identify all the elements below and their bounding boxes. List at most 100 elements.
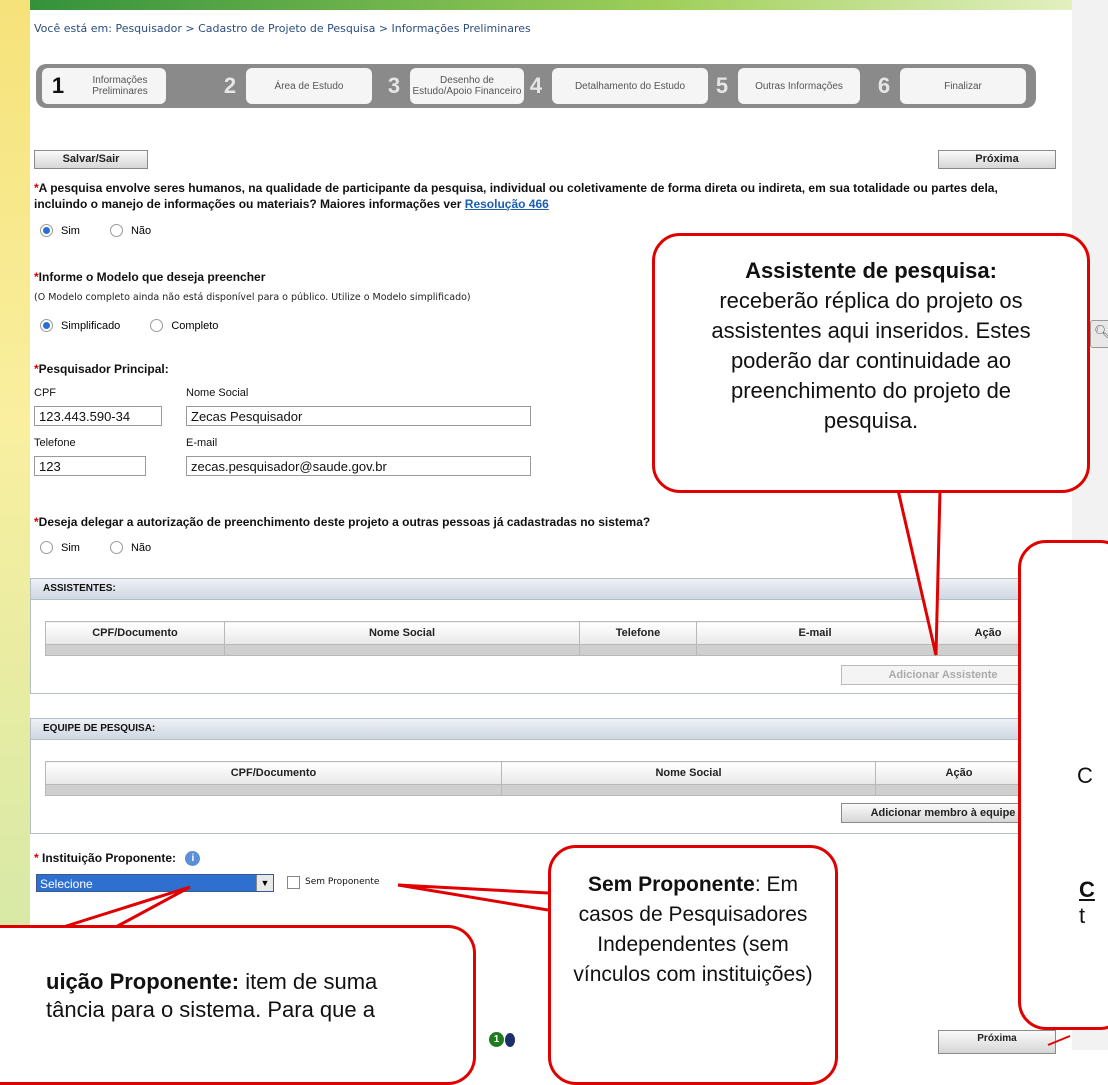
step-badge-icon: 1 [489, 1032, 504, 1047]
q2-options: Simplificado Completo [40, 319, 218, 332]
chevron-down-icon: ▼ [256, 875, 273, 891]
step-1[interactable]: 1 Informações Preliminares [42, 68, 166, 104]
radio-dot [150, 319, 164, 332]
step-label: Desenho de Estudo/Apoio Financeiro [410, 68, 524, 104]
col-name: Nome Social [224, 621, 580, 645]
question-text: Deseja delegar a autorização de preenchi… [38, 515, 651, 529]
no-proponent-label: Sem Proponente [305, 877, 380, 887]
next-button-top[interactable]: Próxima [938, 150, 1056, 169]
radio-label: Simplificado [61, 319, 121, 332]
add-assistant-button[interactable]: Adicionar Assistente [841, 665, 1045, 685]
step-2[interactable]: 2 Área de Estudo [214, 68, 372, 104]
model-hint: (O Modelo completo ainda não está dispon… [34, 292, 471, 303]
radio-label: Sim [61, 541, 80, 554]
principal-researcher-title: *Pesquisador Principal: [34, 362, 169, 376]
step-label: Detalhamento do Estudo [552, 68, 708, 104]
q1-no-radio[interactable]: Não [109, 224, 152, 237]
delegate-no-radio[interactable]: Não [109, 541, 152, 554]
right-callout: C C t [1018, 540, 1108, 1030]
step-number: 1 [42, 68, 74, 104]
resolution-466-link[interactable]: Resolução 466 [465, 197, 549, 211]
next-button-bottom[interactable]: Próxima [938, 1030, 1056, 1054]
name-field[interactable]: Zecas Pesquisador [186, 406, 531, 426]
q1-yes-radio[interactable]: Sim [40, 224, 80, 237]
navy-dot-icon [505, 1033, 515, 1047]
col-name: Nome Social [501, 761, 876, 785]
section-title: Pesquisador Principal: [38, 362, 169, 376]
no-proponent-callout: Sem Proponente: Em casos de Pesquisadore… [548, 845, 838, 1085]
step-label: Outras Informações [738, 68, 860, 104]
no-proponent-tail [397, 883, 549, 912]
selected-value: Selecione [40, 877, 93, 891]
callout-title: uição Proponente: [46, 969, 240, 994]
radio-label: Sim [61, 224, 80, 237]
model-simplified-radio[interactable]: Simplificado [40, 319, 120, 332]
phone-label: Telefone [34, 437, 76, 449]
email-label: E-mail [186, 437, 218, 449]
radio-dot [40, 319, 53, 332]
phone-field[interactable]: 123 [34, 456, 146, 476]
step-4[interactable]: 4 Detalhamento do Estudo [520, 68, 708, 104]
team-header: EQUIPE DE PESQUISA: [31, 719, 1057, 740]
col-cpf: CPF/Documento [45, 621, 225, 645]
step-3[interactable]: 3 Desenho de Estudo/Apoio Financeiro [378, 68, 524, 104]
cpf-label: CPF [34, 387, 56, 399]
col-phone: Telefone [579, 621, 697, 645]
assistants-table: CPF/Documento Nome Social Telefone E-mai… [45, 621, 1043, 656]
step-number: 6 [877, 73, 891, 98]
step-5[interactable]: 5 Outras Informações [706, 68, 860, 104]
col-email: E-mail [696, 621, 934, 645]
radio-label: Não [130, 541, 152, 554]
step-number: 2 [223, 73, 237, 98]
question-model: *Informe o Modelo que deseja preencher [34, 270, 265, 284]
callout-fragment-t: t [1079, 903, 1086, 928]
callout-title: Sem Proponente [587, 873, 755, 896]
step-6[interactable]: 6 Finalizar [868, 68, 1026, 104]
team-table: CPF/Documento Nome Social Ação [45, 761, 1043, 796]
label-text: Instituição Proponente: [42, 851, 177, 865]
no-proponent-checkbox[interactable] [287, 876, 300, 889]
q1-options: Sim Não [40, 224, 151, 237]
callout-title: Assistente de pesquisa: [745, 258, 997, 283]
assistant-callout: Assistente de pesquisa: receberão réplic… [652, 233, 1090, 493]
radio-dot [109, 541, 123, 554]
model-complete-radio[interactable]: Completo [150, 319, 218, 332]
step-number: 3 [387, 73, 401, 98]
assistants-panel: ASSISTENTES: CPF/Documento Nome Social T… [30, 578, 1058, 694]
question-text: Informe o Modelo que deseja preencher [38, 270, 266, 284]
left-background-strip [0, 0, 30, 1050]
question-delegate: *Deseja delegar a autorização de preench… [34, 515, 650, 529]
col-cpf: CPF/Documento [45, 761, 502, 785]
email-field[interactable]: zecas.pesquisador@saude.gov.br [186, 456, 531, 476]
institution-select[interactable]: Selecione ▼ [36, 874, 274, 892]
callout-fragment-c2: C [1079, 877, 1095, 902]
radio-dot [40, 224, 53, 237]
step-number: 5 [715, 73, 729, 98]
callout-body: receberão réplica do projeto os assisten… [711, 288, 1031, 433]
callout-fragment-c: C [1077, 763, 1093, 788]
add-team-member-button[interactable]: Adicionar membro à equipe [841, 803, 1045, 823]
research-team-panel: EQUIPE DE PESQUISA: CPF/Documento Nome S… [30, 718, 1058, 834]
name-label: Nome Social [186, 387, 249, 399]
info-icon[interactable]: i [185, 851, 201, 867]
save-exit-button[interactable]: Salvar/Sair [34, 150, 148, 169]
callout-line-2: tância para o sistema. Para que a [46, 997, 375, 1022]
institution-callout: uição Proponente: item de suma tância pa… [0, 925, 476, 1085]
cpf-field[interactable]: 123.443.590-34 [34, 406, 162, 426]
radio-label: Completo [171, 319, 219, 332]
wizard-steps: 1 Informações Preliminares 2 Área de Est… [36, 64, 1036, 108]
callout-line-1: uição Proponente: item de suma [46, 968, 473, 996]
table-row [45, 784, 1043, 796]
assistants-header: ASSISTENTES: [31, 579, 1057, 600]
delegate-yes-radio[interactable]: Sim [40, 541, 80, 554]
question-human-research: *A pesquisa envolve seres humanos, na qu… [34, 180, 1054, 212]
radio-label: Não [130, 224, 152, 237]
q3-options: Sim Não [40, 541, 151, 554]
search-button[interactable]: 🔍︎ [1090, 320, 1108, 348]
table-row [45, 644, 1043, 656]
callout-body: item de suma [239, 969, 378, 994]
step-label: Área de Estudo [246, 68, 372, 104]
radio-dot [40, 541, 53, 554]
top-banner-strip [0, 0, 1108, 10]
